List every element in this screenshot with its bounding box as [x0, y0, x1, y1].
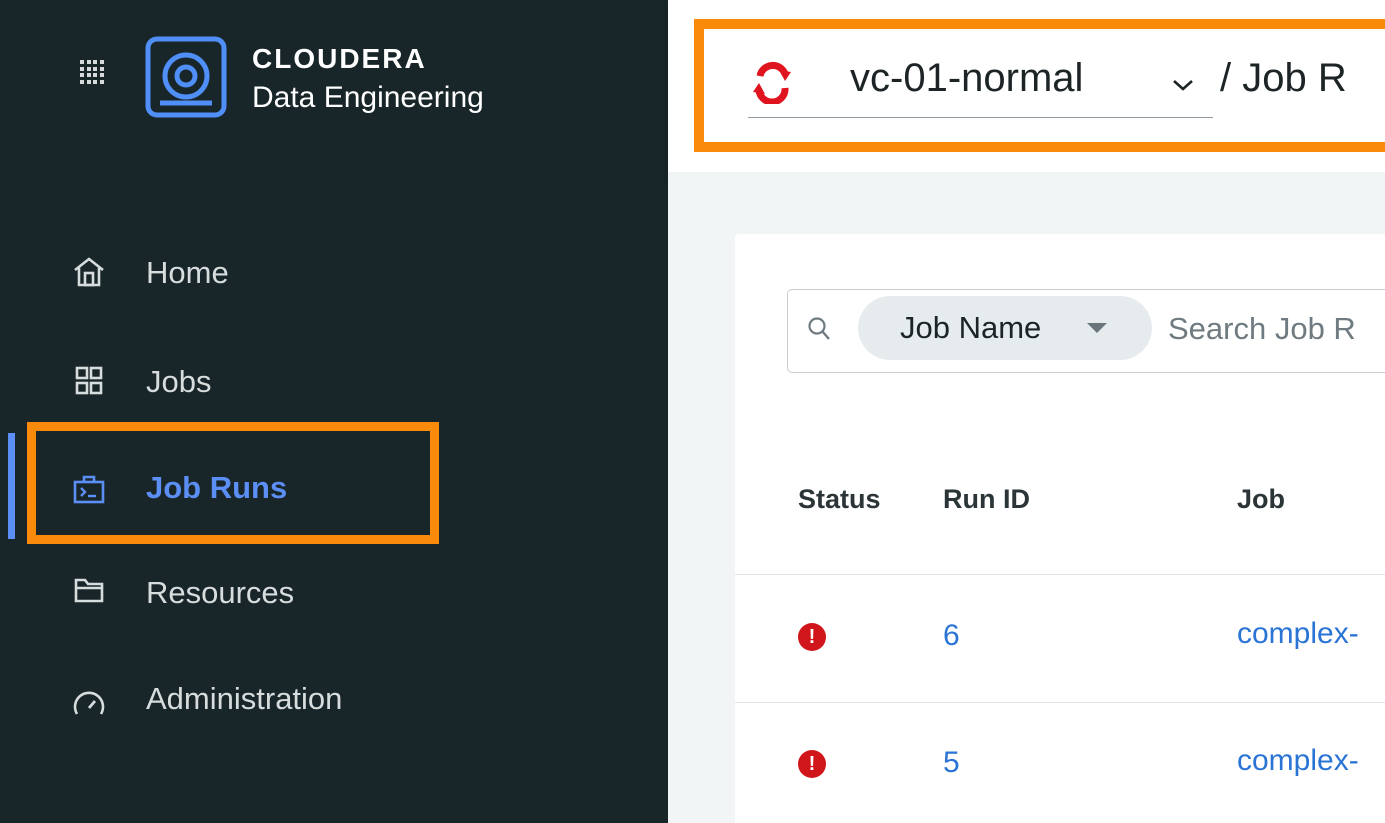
sidebar-item-label: Home: [146, 255, 229, 290]
jobs-icon: [75, 366, 103, 395]
error-status-icon: !: [798, 623, 826, 651]
job-link[interactable]: complex-: [1237, 744, 1359, 778]
brand-company: CLOUDERA: [252, 43, 427, 74]
folder-icon: [74, 578, 104, 603]
search-icon: [808, 317, 830, 340]
home-icon: [74, 257, 104, 287]
job-link[interactable]: complex-: [1237, 617, 1359, 651]
app-launcher-icon[interactable]: [80, 60, 105, 85]
sidebar-item-label: Administration: [146, 681, 343, 716]
caret-down-icon: [1087, 323, 1107, 333]
sidebar-item-jobs[interactable]: Jobs: [0, 338, 668, 424]
sidebar-item-home[interactable]: Home: [0, 230, 668, 316]
highlight-box: [694, 19, 1385, 152]
run-id-link[interactable]: 5: [943, 746, 960, 780]
filter-dropdown-label: Job Name: [900, 310, 1042, 345]
brand-product: Data Engineering: [252, 81, 484, 114]
sidebar-item-label: Resources: [146, 575, 295, 610]
sidebar-item-administration[interactable]: Administration: [0, 657, 668, 743]
sidebar-item-label: Jobs: [146, 364, 212, 399]
column-header-run-id[interactable]: Run ID: [943, 484, 1030, 515]
highlight-box: [27, 422, 439, 544]
column-header-status[interactable]: Status: [798, 484, 881, 515]
run-id-link[interactable]: 6: [943, 619, 960, 653]
sidebar-item-resources[interactable]: Resources: [0, 552, 668, 638]
search-input[interactable]: [1168, 306, 1385, 352]
column-header-job[interactable]: Job: [1237, 484, 1285, 515]
cloudera-logo-icon: [145, 36, 227, 118]
gauge-icon: [73, 691, 105, 715]
error-status-icon: !: [798, 750, 826, 778]
